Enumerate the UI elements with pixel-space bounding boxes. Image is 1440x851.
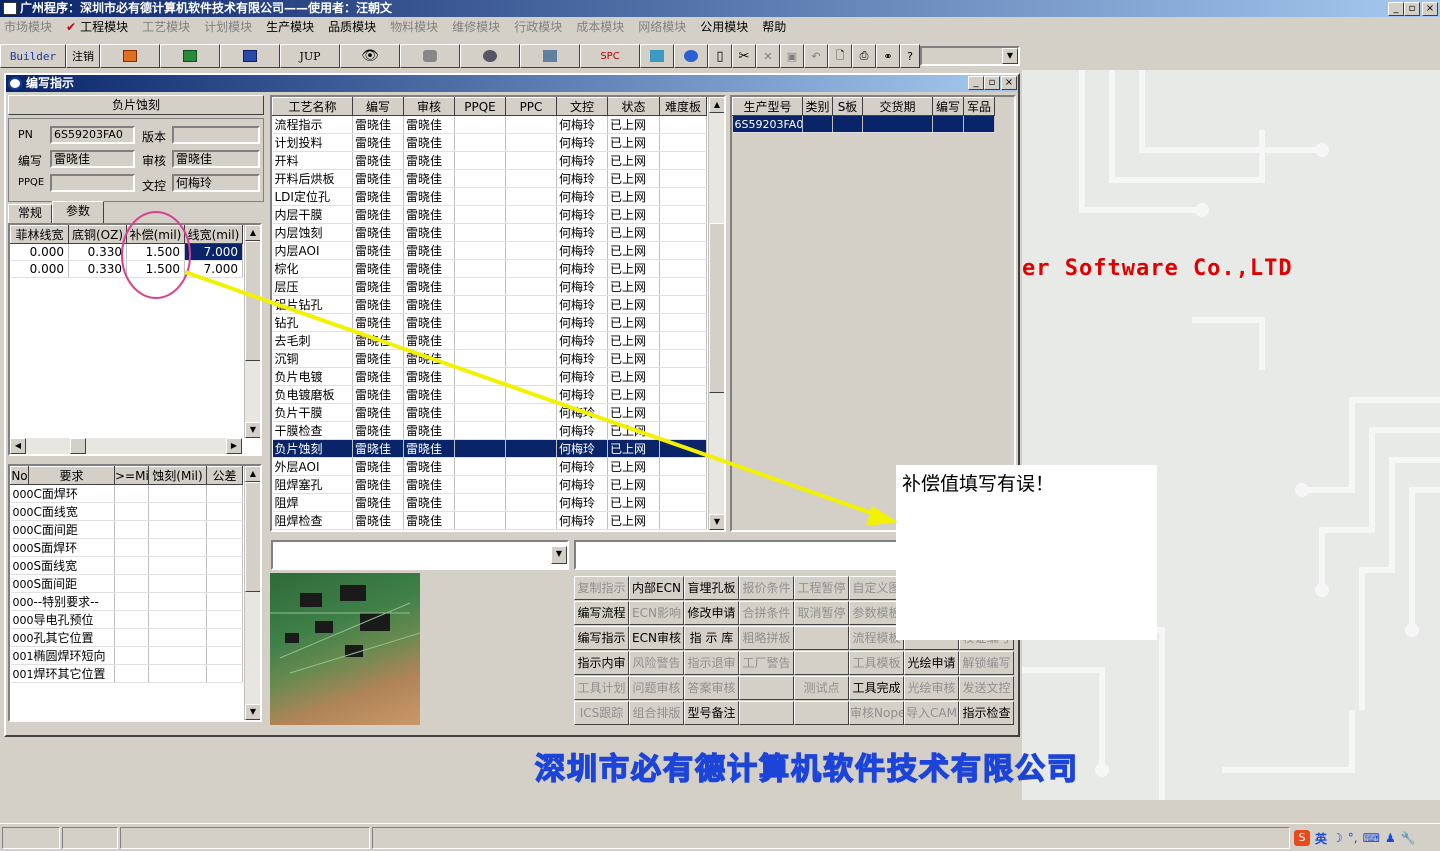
arrow-head-icon: [866, 506, 898, 526]
status-bar: S 英 ☽ °, ⌨ ♟ 🔧: [0, 823, 1440, 851]
tab-params[interactable]: 参数: [52, 201, 104, 223]
status-pane-2: [62, 827, 118, 849]
comma-icon[interactable]: °,: [1348, 831, 1358, 845]
status-pane-1: [2, 827, 60, 849]
tab-params-label: 参数: [65, 204, 90, 218]
highlight-circle-icon: [121, 211, 191, 299]
user-icon[interactable]: ♟: [1385, 831, 1396, 845]
status-pane-3: [120, 827, 370, 849]
ime-tray[interactable]: S 英 ☽ °, ⌨ ♟ 🔧: [1292, 826, 1438, 850]
moon-icon[interactable]: ☽: [1332, 831, 1343, 845]
sogou-icon[interactable]: S: [1294, 830, 1310, 846]
keyboard-icon[interactable]: ⌨: [1363, 831, 1380, 845]
status-pane-4: [372, 827, 1290, 849]
annotation-overlay: [121, 211, 898, 526]
wrench-icon[interactable]: 🔧: [1401, 831, 1416, 845]
annotation-arrow-icon: [184, 270, 881, 518]
ime-mode[interactable]: 英: [1315, 830, 1327, 847]
